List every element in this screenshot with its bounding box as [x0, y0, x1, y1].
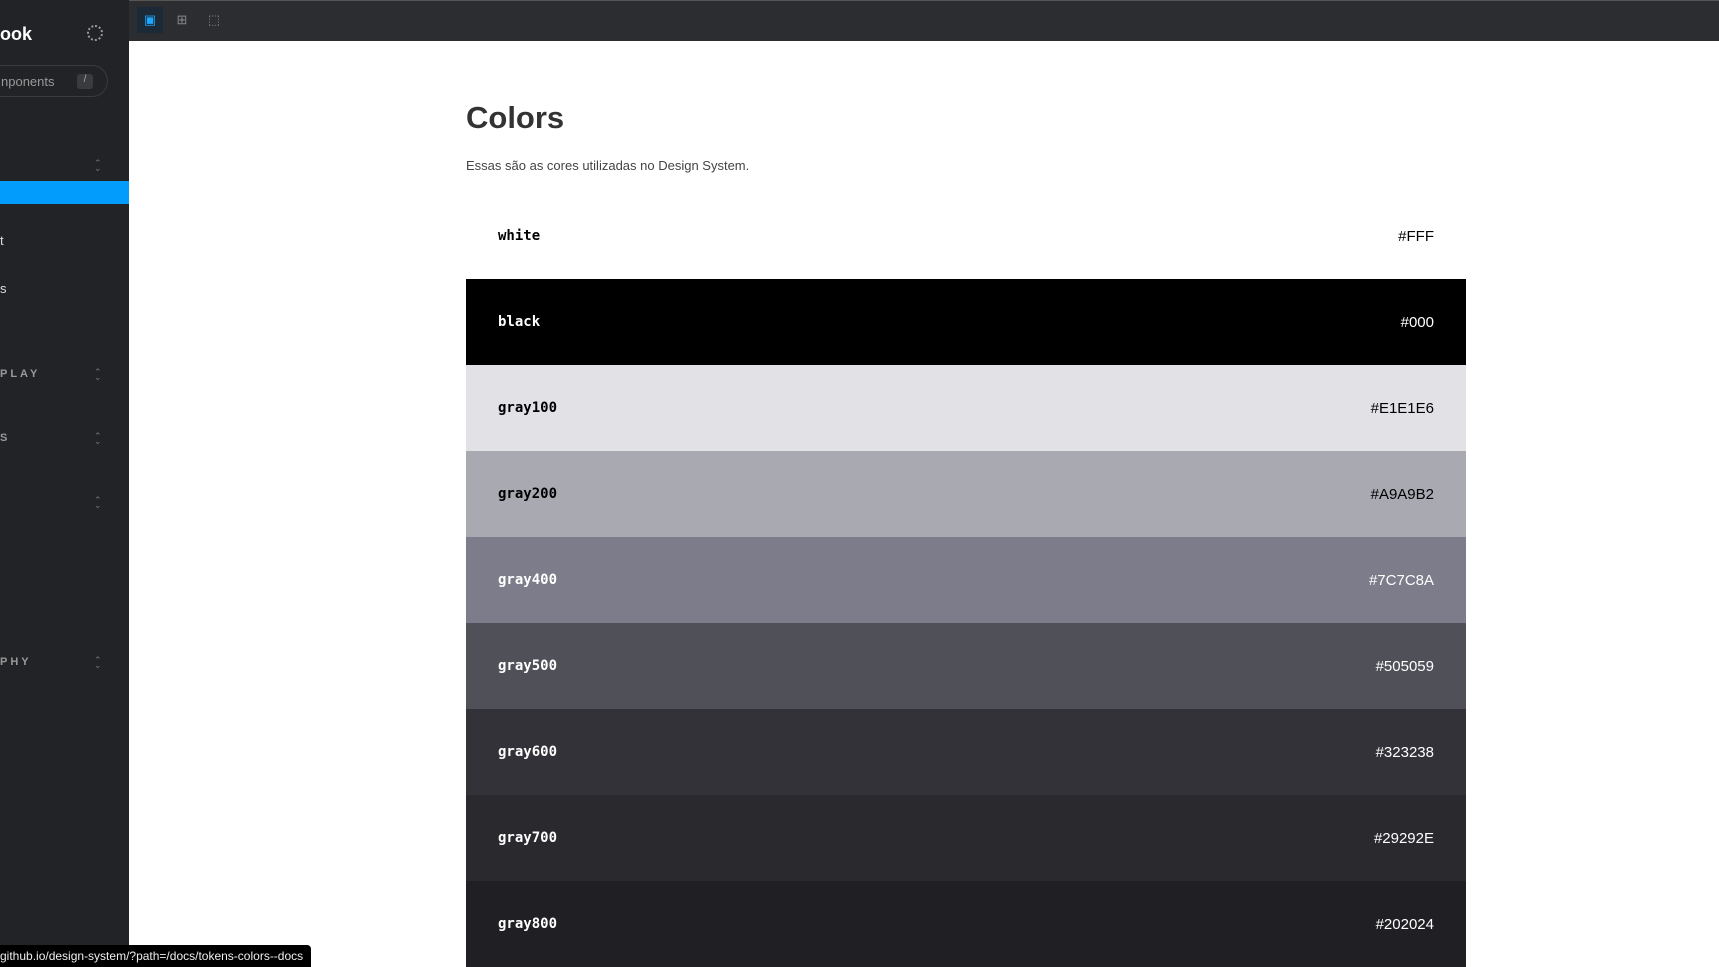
color-name: white [498, 228, 541, 244]
search-placeholder: nponents [1, 74, 55, 89]
color-hex: #505059 [1375, 657, 1434, 675]
color-hex: #29292E [1373, 829, 1434, 847]
sidebar: ook nponents / ⌃ ⌄ t s PLAY ⌃ ⌄ S ⌃ ⌄ ⌃ ⌄ PHY… [0, 0, 129, 967]
color-row: gray700 #29292E [466, 795, 1466, 881]
page-description: Essas são as cores utilizadas no Design … [466, 158, 750, 173]
status-url-tooltip: github.io/design-system/?path=/docs/toke… [0, 945, 312, 967]
color-row: gray800 #202024 [466, 881, 1466, 967]
sidebar-item-colors-active[interactable] [0, 181, 129, 204]
color-row: gray100 #E1E1E6 [466, 365, 1466, 451]
page-title: Colors [466, 100, 565, 135]
color-row: black #000 [466, 279, 1466, 365]
color-hex: #FFF [1398, 227, 1434, 245]
shortcut-key: / [77, 74, 93, 89]
color-row: gray400 #7C7C8A [466, 537, 1466, 623]
color-list: white #FFF black #000 gray100 #E1E1E6 gray200 #… [466, 193, 1466, 967]
settings-gear-icon[interactable] [87, 25, 103, 41]
color-name: gray100 [498, 400, 558, 416]
color-hex: #202024 [1375, 915, 1434, 933]
grid-icon[interactable]: ⊞ [169, 7, 195, 33]
expand-collapse-icon[interactable]: ⌃ ⌄ [94, 159, 102, 173]
color-name: gray400 [498, 572, 558, 588]
sidebar-item[interactable]: t [0, 233, 4, 248]
color-name: gray200 [498, 486, 558, 502]
search-input[interactable]: nponents / [0, 65, 108, 97]
color-row: gray500 #505059 [466, 623, 1466, 709]
sidebar-group[interactable]: PLAY [0, 368, 40, 380]
color-name: black [498, 314, 541, 330]
color-name: gray500 [498, 658, 558, 674]
outline-icon[interactable]: ⬚ [201, 7, 227, 33]
docs-content: Colors Essas são as cores utilizadas no … [466, 100, 1466, 967]
color-hex: #323238 [1375, 743, 1434, 761]
color-hex: #7C7C8A [1368, 571, 1434, 589]
zoom-image-icon[interactable]: ▣ [137, 7, 163, 33]
color-name: gray600 [498, 744, 558, 760]
expand-collapse-icon[interactable]: ⌃ ⌄ [94, 496, 102, 510]
brand-logo: ook [0, 24, 33, 44]
sidebar-group[interactable]: PHY [0, 656, 32, 668]
color-hex: #000 [1400, 313, 1434, 331]
color-name: gray800 [498, 916, 558, 932]
sidebar-item[interactable]: s [0, 281, 7, 296]
color-name: gray700 [498, 830, 558, 846]
expand-collapse-icon[interactable]: ⌃ ⌄ [94, 656, 102, 670]
color-row: gray600 #323238 [466, 709, 1466, 795]
expand-collapse-icon[interactable]: ⌃ ⌄ [94, 432, 102, 446]
expand-collapse-icon[interactable]: ⌃ ⌄ [94, 368, 102, 382]
color-hex: #E1E1E6 [1370, 399, 1434, 417]
toolbar: ▣ ⊞ ⬚ [129, 0, 1719, 41]
color-row: white #FFF [466, 193, 1466, 279]
color-row: gray200 #A9A9B2 [466, 451, 1466, 537]
sidebar-group[interactable]: S [0, 432, 10, 444]
color-hex: #A9A9B2 [1370, 485, 1434, 503]
